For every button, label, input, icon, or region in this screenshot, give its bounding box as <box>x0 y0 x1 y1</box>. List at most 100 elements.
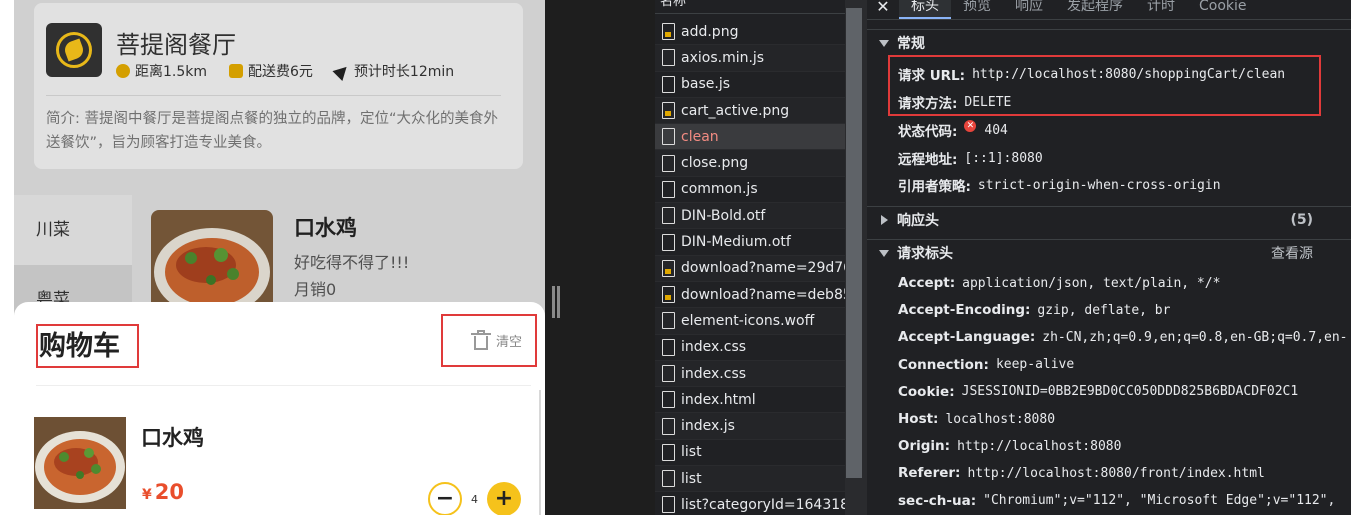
name-column-header[interactable]: 名称 <box>655 0 845 14</box>
request-row[interactable]: base.js <box>655 72 845 98</box>
cart-item-image <box>34 417 126 509</box>
header-value: zh-CN,zh;q=0.9,en;q=0.8,en-GB;q=0.7,en- <box>1042 329 1348 345</box>
header-value: gzip, deflate, br <box>1037 302 1171 318</box>
request-name: base.js <box>681 76 731 93</box>
view-source-link[interactable]: 查看源 <box>1271 243 1313 263</box>
request-details-panel: ✕ 标头 预览 响应 发起程序 计时 Cookie 常规 请求 URL: htt… <box>867 0 1351 515</box>
increase-quantity-button[interactable]: + <box>487 482 521 515</box>
tab-cookies[interactable]: Cookie <box>1187 0 1259 19</box>
request-name: download?name=29d76 <box>681 260 845 277</box>
tab-timing[interactable]: 计时 <box>1135 0 1187 19</box>
file-icon <box>662 312 675 330</box>
request-method-value: DELETE <box>964 94 1012 110</box>
response-headers-title: 响应头 <box>897 213 939 229</box>
header-value: http://localhost:8080/front/index.html <box>967 465 1265 481</box>
image-file-icon <box>662 102 675 120</box>
resize-handle[interactable] <box>552 286 555 318</box>
request-row[interactable]: download?name=29d76 <box>655 255 845 282</box>
header-key: sec-ch-ua: <box>898 492 977 509</box>
request-url-key: 请求 URL: <box>898 68 966 84</box>
request-row[interactable]: index.css <box>655 360 845 388</box>
request-name: add.png <box>681 23 739 40</box>
request-name: index.css <box>681 365 747 382</box>
clear-cart-button[interactable]: 清空 <box>441 314 537 367</box>
tab-preview[interactable]: 预览 <box>951 0 1003 19</box>
header-value: application/json, text/plain, */* <box>962 275 1221 291</box>
file-icon <box>662 365 675 382</box>
currency-symbol: ¥ <box>142 487 152 503</box>
request-name: list <box>681 444 702 461</box>
request-name: DIN-Medium.otf <box>681 234 791 251</box>
status-code-value: 404 <box>984 122 1008 138</box>
remote-address-row: 远程地址: [::1]:8080 <box>898 148 1043 169</box>
request-row[interactable]: list <box>655 466 845 493</box>
request-row[interactable]: DIN-Bold.otf <box>655 203 845 230</box>
request-name: index.css <box>681 339 747 356</box>
price-value: 20 <box>154 480 184 504</box>
request-row[interactable]: cart_active.png <box>655 97 845 125</box>
header-value: "Chromium";v="112", "Microsoft Edge";v="… <box>983 493 1336 509</box>
header-value: localhost:8080 <box>945 411 1056 427</box>
tab-response[interactable]: 响应 <box>1003 0 1055 19</box>
status-code-row: 状态代码: ✕ 404 <box>898 120 1008 140</box>
request-header-row: Connection: keep-alive <box>898 357 1074 373</box>
response-headers-section-header[interactable]: 响应头 (5) <box>867 206 1351 233</box>
header-value: JSESSIONID=0BB2E9BD0CC050DDD825B6BDACDF0… <box>961 384 1299 400</box>
header-key: Host: <box>898 411 939 427</box>
request-row[interactable]: index.css <box>655 335 845 361</box>
tab-headers[interactable]: 标头 <box>899 0 951 19</box>
scrollbar-thumb[interactable] <box>846 8 862 478</box>
cart-item-name: 口水鸡 <box>141 426 204 450</box>
cart-scrollbar[interactable] <box>539 390 541 515</box>
file-icon <box>662 443 675 461</box>
header-value: http://localhost:8080 <box>957 438 1122 454</box>
request-header-row: Origin: http://localhost:8080 <box>898 438 1121 454</box>
request-name: list <box>681 470 702 487</box>
file-icon <box>662 75 675 93</box>
network-request-list: 名称 add.png axios.min.js base.js cart_active… <box>655 0 867 515</box>
request-row[interactable]: clean <box>655 124 845 151</box>
general-section-header[interactable]: 常规 <box>867 29 1351 56</box>
resize-handle-line <box>557 286 560 318</box>
request-header-row: Accept: application/json, text/plain, */* <box>898 275 1220 291</box>
request-header-row: Referer: http://localhost:8080/front/inde… <box>898 465 1265 481</box>
request-row[interactable]: download?name=deb85 <box>655 282 845 309</box>
request-headers-section-header[interactable]: 请求标头 查看源 <box>867 239 1351 266</box>
header-key: Accept: <box>898 275 956 291</box>
request-row[interactable]: index.html <box>655 387 845 414</box>
tab-initiator[interactable]: 发起程序 <box>1055 0 1135 19</box>
file-icon <box>662 128 675 146</box>
cart-item-price: ¥20 <box>142 480 184 504</box>
request-row[interactable]: add.png <box>655 19 845 46</box>
referrer-policy-value: strict-origin-when-cross-origin <box>977 177 1221 193</box>
request-row[interactable]: DIN-Medium.otf <box>655 229 845 256</box>
request-name: index.js <box>681 418 735 435</box>
file-icon <box>662 180 675 198</box>
file-icon <box>662 233 675 251</box>
request-row[interactable]: common.js <box>655 177 845 204</box>
request-row[interactable]: list <box>655 440 845 467</box>
trash-icon <box>471 329 491 350</box>
request-row[interactable]: list?categoryId=1643189 <box>655 492 845 515</box>
request-method-key: 请求方法: <box>898 96 958 112</box>
decrease-quantity-button[interactable]: − <box>428 482 462 515</box>
request-row[interactable]: element-icons.woff <box>655 308 845 335</box>
request-header-row: Cookie: JSESSIONID=0BB2E9BD0CC050DDD825B6… <box>898 384 1298 400</box>
request-name: element-icons.woff <box>681 312 815 329</box>
file-icon <box>662 417 675 435</box>
close-icon[interactable]: ✕ <box>867 0 899 16</box>
request-row[interactable]: close.png <box>655 150 845 177</box>
image-file-icon <box>662 259 675 277</box>
panel-gutter <box>545 0 655 515</box>
expand-triangle-icon <box>879 39 889 47</box>
details-tabbar: ✕ 标头 预览 响应 发起程序 计时 Cookie <box>867 0 1351 20</box>
request-row[interactable]: axios.min.js <box>655 45 845 72</box>
file-icon <box>662 207 675 225</box>
file-icon <box>662 154 675 172</box>
header-value: keep-alive <box>995 357 1075 373</box>
request-name: common.js <box>681 181 758 198</box>
referrer-policy-row: 引用者策略: strict-origin-when-cross-origin <box>898 175 1221 196</box>
request-row[interactable]: index.js <box>655 413 845 440</box>
status-code-key: 状态代码: <box>898 124 958 140</box>
file-icon <box>662 391 675 409</box>
